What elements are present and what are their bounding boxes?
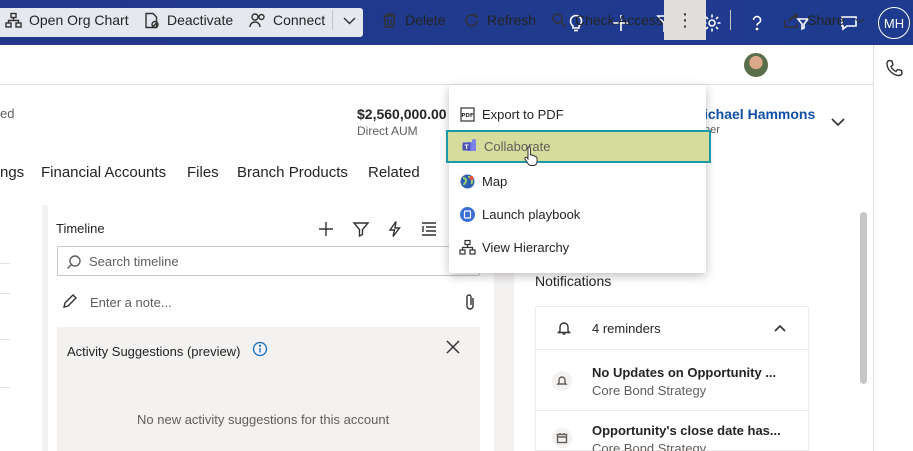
- org-chart-icon: [5, 12, 22, 28]
- notification-bell-icon: [552, 371, 572, 391]
- paperclip-icon[interactable]: [463, 293, 477, 311]
- svg-text:PDF: PDF: [461, 113, 474, 119]
- connect-button[interactable]: Connect: [249, 0, 325, 40]
- chevron-up-icon[interactable]: [773, 321, 787, 335]
- flash-icon[interactable]: [386, 220, 404, 238]
- deactivate-button[interactable]: Deactivate: [143, 0, 233, 40]
- tab-related[interactable]: Related: [368, 164, 420, 181]
- teams-icon: T: [462, 139, 476, 151]
- refresh-button[interactable]: Refresh: [463, 0, 536, 40]
- open-org-chart-label: Open Org Chart: [29, 12, 129, 28]
- tab-branch-products[interactable]: Branch Products: [237, 164, 348, 181]
- help-icon[interactable]: [742, 8, 772, 38]
- hand-cursor-icon: [524, 146, 538, 166]
- share-label: Share: [807, 12, 845, 28]
- notification-subtitle-2: Core Bond Strategy: [592, 441, 707, 451]
- info-icon[interactable]: [252, 341, 268, 357]
- connect-icon: [249, 12, 265, 27]
- command-separator-2: [730, 10, 731, 30]
- timeline-title: Timeline: [56, 221, 105, 236]
- tab-settings-partial[interactable]: ngs: [0, 164, 24, 181]
- owner-name-link[interactable]: ichael Hammons: [704, 106, 815, 122]
- delete-label: Delete: [405, 12, 446, 28]
- open-org-chart-button[interactable]: Open Org Chart: [5, 0, 129, 40]
- deactivate-icon: [145, 12, 159, 28]
- menu-item-launch-playbook[interactable]: Launch playbook: [449, 198, 706, 231]
- globe-icon: [460, 174, 475, 189]
- check-access-button[interactable]: Check Access: [551, 0, 663, 40]
- notification-title-2[interactable]: Opportunity's close date has...: [592, 423, 781, 438]
- notification-calendar-icon: [552, 428, 572, 448]
- refresh-label: Refresh: [487, 12, 537, 28]
- menu-item-label: Export to PDF: [482, 107, 564, 122]
- menu-item-label: Launch playbook: [482, 207, 581, 222]
- scrollbar[interactable]: [860, 212, 867, 384]
- command-separator: [332, 10, 333, 30]
- right-side-rail: [873, 45, 913, 451]
- header-left-text: ed: [0, 106, 15, 121]
- phone-icon[interactable]: [885, 59, 903, 77]
- menu-item-label: Collaborate: [484, 139, 551, 154]
- close-icon[interactable]: [445, 339, 461, 355]
- hierarchy-icon: [459, 239, 476, 255]
- chevron-down-icon: [343, 17, 356, 24]
- reminders-count: 4 reminders: [592, 321, 661, 336]
- filter-icon[interactable]: [352, 220, 370, 238]
- chevron-down-icon: [831, 118, 845, 127]
- sort-list-icon[interactable]: [420, 220, 438, 238]
- connect-label: Connect: [273, 12, 326, 28]
- menu-item-export-to-pdf[interactable]: PDF Export to PDF: [449, 98, 706, 131]
- check-access-label: Check Access: [575, 12, 663, 28]
- menu-item-label: Map: [482, 174, 508, 189]
- reminders-header-row[interactable]: [535, 306, 809, 350]
- direct-aum-label: Direct AUM: [357, 124, 418, 138]
- tab-financial-accounts[interactable]: Financial Accounts: [41, 164, 166, 181]
- pdf-icon: PDF: [460, 107, 475, 122]
- row-divider: [0, 263, 10, 264]
- note-input-placeholder[interactable]: Enter a note...: [90, 295, 172, 310]
- tab-files[interactable]: Files: [187, 164, 219, 181]
- menu-item-label: View Hierarchy: [482, 240, 570, 255]
- add-icon[interactable]: [317, 220, 335, 238]
- activity-suggestions-title: Activity Suggestions (preview): [67, 344, 241, 359]
- owner-photo-avatar[interactable]: [744, 53, 768, 77]
- share-icon: [784, 11, 799, 28]
- refresh-icon: [465, 12, 479, 27]
- playbook-icon: [460, 207, 475, 222]
- left-summary-card: [0, 205, 42, 451]
- notification-title-1[interactable]: No Updates on Opportunity ...: [592, 365, 776, 380]
- command-bar: [0, 45, 873, 85]
- delete-button[interactable]: Delete: [381, 0, 445, 40]
- chevron-down-icon: [855, 17, 865, 24]
- pencil-icon: [62, 293, 78, 309]
- direct-aum-value: $2,560,000.00: [357, 106, 447, 122]
- notification-subtitle-1: Core Bond Strategy: [592, 383, 707, 398]
- record-header: [0, 85, 873, 205]
- menu-item-view-hierarchy[interactable]: View Hierarchy: [449, 231, 706, 264]
- menu-item-map[interactable]: Map: [449, 165, 706, 198]
- connect-dropdown-chevron[interactable]: [341, 0, 358, 40]
- deactivate-label: Deactivate: [167, 12, 234, 28]
- bell-icon: [556, 320, 572, 336]
- more-commands-button[interactable]: ⋮: [664, 0, 706, 40]
- timeline-search-placeholder: Search timeline: [89, 254, 179, 269]
- share-button[interactable]: Share: [783, 0, 866, 40]
- activity-suggestions-empty-text: No new activity suggestions for this acc…: [137, 412, 390, 427]
- row-divider: [0, 293, 10, 294]
- check-access-icon: [552, 12, 567, 27]
- menu-item-collaborate[interactable]: T Collaborate: [446, 130, 711, 163]
- notification-divider: [535, 410, 809, 411]
- header-expand-chevron[interactable]: [830, 114, 846, 130]
- trash-icon: [383, 12, 396, 28]
- notifications-title: Notifications: [535, 273, 612, 289]
- search-icon: [66, 254, 82, 270]
- row-divider: [0, 339, 10, 340]
- row-divider: [0, 387, 10, 388]
- user-avatar[interactable]: MH: [878, 7, 910, 39]
